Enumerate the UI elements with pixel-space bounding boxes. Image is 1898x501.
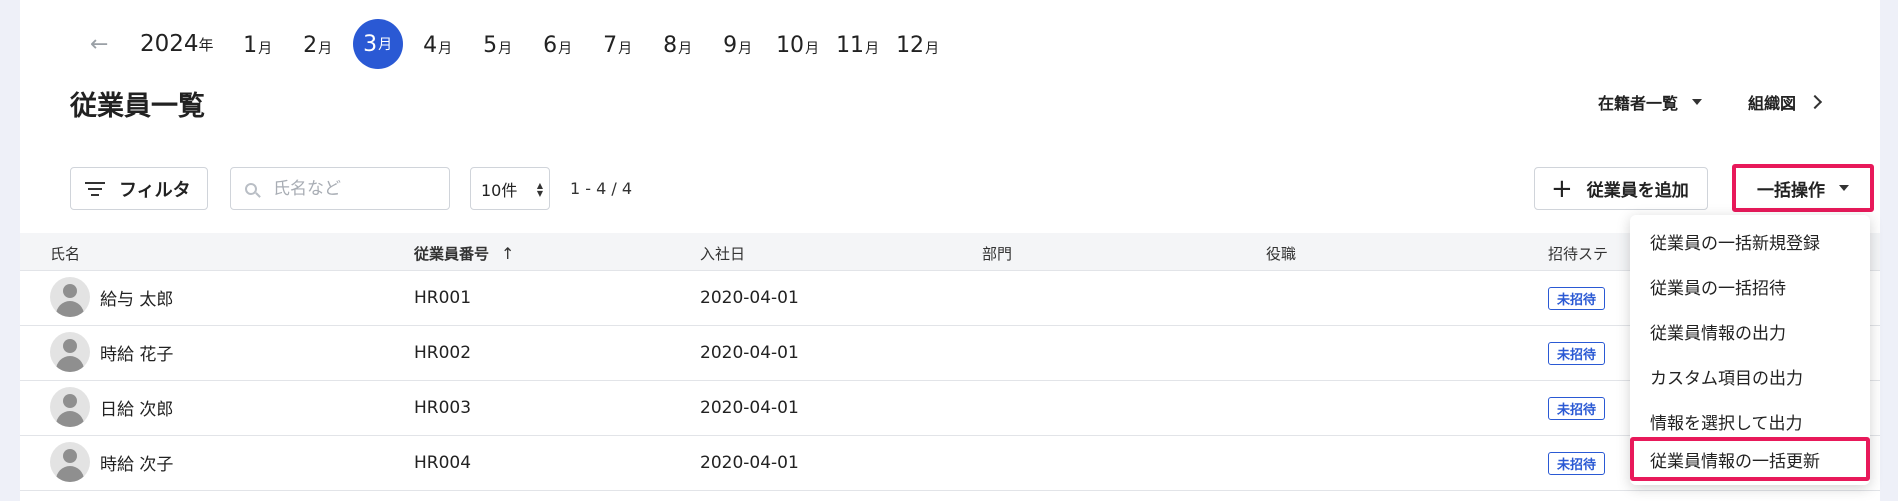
employee-name[interactable]: 給与 太郎 — [100, 285, 173, 310]
month-3-active[interactable]: 3月 — [352, 19, 403, 69]
header-employee-number[interactable]: 従業員番号 ↑ — [414, 243, 514, 264]
page-title: 従業員一覧 — [70, 91, 205, 122]
avatar — [50, 332, 90, 372]
header-position[interactable]: 役職 — [1266, 243, 1296, 264]
month-1[interactable]: 1月 — [228, 20, 288, 68]
month-9[interactable]: 9月 — [708, 20, 768, 68]
joined-date: 2020-04-01 — [700, 343, 799, 363]
header-name[interactable]: 氏名 — [50, 243, 80, 264]
updown-icon: ▲ ▼ — [536, 181, 543, 198]
bulk-operation-label: 一括操作 — [1757, 180, 1825, 201]
month-6[interactable]: 6月 — [528, 20, 588, 68]
table-header: 氏名 従業員番号 ↑ 入社日 部門 役職 招待ステ — [20, 233, 1880, 271]
search-icon — [245, 182, 257, 195]
employee-number: HR002 — [414, 343, 472, 363]
menu-item-export-info[interactable]: 従業員情報の出力 — [1630, 310, 1870, 352]
employee-number: HR001 — [414, 288, 472, 308]
year-suffix: 年 — [198, 35, 214, 54]
employee-number: HR003 — [414, 398, 472, 418]
roster-label: 在籍者一覧 — [1597, 94, 1678, 113]
menu-item-bulk-update[interactable]: 従業員情報の一括更新 — [1630, 437, 1870, 481]
toolbar: フィルタ 10件 ▲▼ 1 - 4 / 4 + 従業員を追加 一括操作 — [70, 164, 1880, 212]
org-chart-label: 組織図 — [1747, 94, 1796, 113]
table-row[interactable]: 給与 太郎 HR001 2020-04-01 未招待 — [20, 271, 1880, 326]
employee-name[interactable]: 日給 次郎 — [100, 395, 173, 420]
top-links: 在籍者一覧 組織図 — [1598, 90, 1823, 114]
month-5[interactable]: 5月 — [468, 20, 528, 68]
filter-label: フィルタ — [119, 179, 191, 201]
menu-item-select-export[interactable]: 情報を選択して出力 — [1630, 400, 1870, 442]
caret-down-icon — [1839, 185, 1849, 191]
status-badge: 未招待 — [1548, 452, 1606, 475]
employee-name[interactable]: 時給 次子 — [100, 450, 173, 475]
arrow-left-icon[interactable]: ← — [90, 32, 120, 57]
header-invite-status[interactable]: 招待ステ — [1548, 243, 1608, 264]
avatar — [50, 442, 90, 482]
month-2[interactable]: 2月 — [288, 20, 348, 68]
table-row[interactable]: 時給 次子 HR004 2020-04-01 未招待 — [20, 436, 1880, 491]
joined-date: 2020-04-01 — [700, 398, 799, 418]
chevron-right-icon — [1807, 94, 1823, 110]
menu-item-bulk-register[interactable]: 従業員の一括新規登録 — [1630, 220, 1870, 262]
pagination-range: 1 - 4 / 4 — [570, 179, 633, 198]
search-box[interactable] — [230, 167, 450, 210]
table-row[interactable]: 時給 花子 HR002 2020-04-01 未招待 — [20, 326, 1880, 381]
month-8[interactable]: 8月 — [648, 20, 708, 68]
menu-item-bulk-invite[interactable]: 従業員の一括招待 — [1630, 265, 1870, 307]
month-10[interactable]: 10 月 — [768, 20, 828, 68]
add-employee-label: 従業員を追加 — [1586, 181, 1689, 201]
month-4[interactable]: 4月 — [408, 20, 468, 68]
main-panel: ← 2024 年 1月 2月 3月 4月 5月 6月 7月 8月 9月 10 月 1… — [20, 0, 1880, 501]
bulk-operation-button[interactable]: 一括操作 — [1732, 164, 1874, 212]
month-navigation: ← 2024 年 1月 2月 3月 4月 5月 6月 7月 8月 9月 10 月 1… — [90, 19, 948, 69]
table-row[interactable]: 日給 次郎 HR003 2020-04-01 未招待 — [20, 381, 1880, 436]
filter-button[interactable]: フィルタ — [70, 167, 208, 210]
roster-dropdown[interactable]: 在籍者一覧 — [1598, 90, 1702, 114]
header-joined-date[interactable]: 入社日 — [700, 243, 745, 264]
page-size-value: 10件 — [481, 180, 518, 200]
status-badge: 未招待 — [1548, 342, 1606, 365]
month-12[interactable]: 12 月 — [888, 20, 948, 68]
bulk-operation-menu: 従業員の一括新規登録 従業員の一括招待 従業員情報の出力 カスタム項目の出力 情… — [1630, 215, 1870, 485]
add-employee-button[interactable]: + 従業員を追加 — [1534, 167, 1708, 210]
avatar — [50, 387, 90, 427]
search-input[interactable] — [271, 177, 425, 200]
page-size-select[interactable]: 10件 ▲ ▼ — [470, 167, 550, 210]
header-department[interactable]: 部門 — [982, 243, 1012, 264]
joined-date: 2020-04-01 — [700, 453, 799, 473]
month-11[interactable]: 11 月 — [828, 20, 888, 68]
org-chart-link[interactable]: 組織図 — [1747, 90, 1823, 114]
filter-icon — [85, 181, 105, 196]
month-7[interactable]: 7月 — [588, 20, 648, 68]
caret-down-icon — [1691, 99, 1702, 105]
avatar — [50, 277, 90, 317]
menu-item-export-custom[interactable]: カスタム項目の出力 — [1630, 355, 1870, 397]
joined-date: 2020-04-01 — [700, 288, 799, 308]
year-label: 2024 — [140, 31, 199, 57]
sort-up-icon: ↑ — [501, 244, 515, 263]
status-badge: 未招待 — [1548, 397, 1606, 420]
plus-icon: + — [1551, 173, 1573, 204]
status-badge: 未招待 — [1548, 287, 1606, 310]
employee-number: HR004 — [414, 453, 472, 473]
employee-name[interactable]: 時給 花子 — [100, 340, 173, 365]
